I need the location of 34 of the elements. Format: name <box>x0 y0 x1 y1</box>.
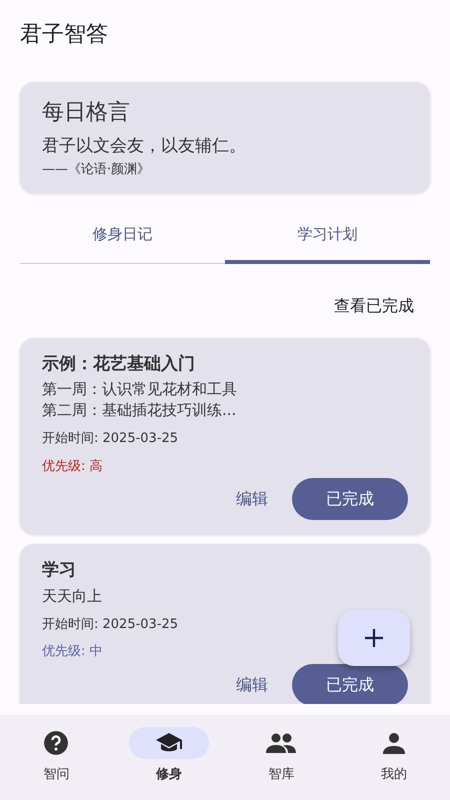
completed-button[interactable]: 已完成 <box>292 478 408 520</box>
nav-item[interactable]: 我的 <box>338 715 450 800</box>
nav-item[interactable]: 智库 <box>225 715 338 800</box>
nav-item[interactable]: 修身 <box>112 715 225 800</box>
priority-label: 优先级: 中 <box>42 643 103 662</box>
plan-description: 第一周：认识常见花材和工具 <box>42 379 238 400</box>
graduation-cap-icon <box>154 732 183 754</box>
edit-button[interactable]: 编辑 <box>230 486 274 512</box>
nav-label: 修身 <box>156 766 182 784</box>
nav-label: 智问 <box>43 766 70 784</box>
plan-title: 示例：花艺基础入门 <box>42 352 196 376</box>
person-icon <box>382 732 405 754</box>
quote-source: ——《论语·颜渊》 <box>42 160 152 179</box>
plan-description: 天天向上 <box>42 586 103 607</box>
nav-label: 我的 <box>380 766 407 784</box>
help-icon <box>43 730 70 756</box>
completed-button[interactable]: 已完成 <box>292 664 408 704</box>
app-title: 君子智答 <box>19 21 109 49</box>
tab[interactable]: 修身日记 <box>20 213 225 264</box>
tab[interactable]: 学习计划 <box>225 213 430 264</box>
add-button[interactable] <box>338 610 410 666</box>
plus-icon <box>364 628 384 648</box>
view-completed-link[interactable]: 查看已完成 <box>334 294 414 318</box>
people-icon <box>266 733 296 753</box>
plan-title: 学习 <box>42 559 77 582</box>
priority-label: 优先级: 高 <box>42 458 103 476</box>
nav-item[interactable]: 智问 <box>0 715 112 800</box>
plan-description: 第二周：基础插花技巧训练... <box>42 400 238 422</box>
start-date: 开始时间: 2025-03-25 <box>42 616 180 634</box>
edit-button[interactable]: 编辑 <box>230 672 274 698</box>
start-date: 开始时间: 2025-03-25 <box>42 430 180 448</box>
quote-text: 君子以文会友，以友辅仁。 <box>42 135 247 158</box>
nav-label: 智库 <box>268 766 294 784</box>
quote-heading: 每日格言 <box>42 100 131 126</box>
